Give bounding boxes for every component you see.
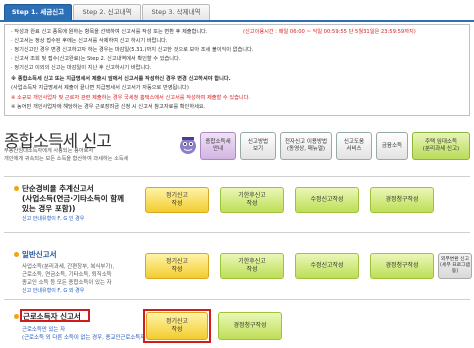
tab-filing-history[interactable]: Step 2. 신고내역 <box>73 4 141 20</box>
tab-bar: Step 1. 세금신고 Step 2. 신고내역 Step 3. 삭제내역 <box>0 0 474 22</box>
section-desc: 종교인 소득 등 모든 종합소득이 있는 자 <box>22 280 112 286</box>
refund-claim-button[interactable]: 경정청구작성 <box>218 312 282 340</box>
section-desc: 사업소득(분리과세, 간편장부, 복식부기), <box>22 264 115 270</box>
page-subtitle: 부동산임대소득자에게 사용되는 용어로서 <box>4 148 94 154</box>
regular-filing-button[interactable]: 정기신고 작성 <box>145 253 209 279</box>
regular-filing-button[interactable]: 정기신고 작성 <box>146 312 208 340</box>
regular-filing-button[interactable]: 정기신고 작성 <box>145 187 209 213</box>
bullet-icon <box>14 186 19 191</box>
section-desc: (근로소득 외 다른 소득이 없는 경우, 종교인근로소득자 <box>22 335 146 341</box>
page-subtitle: 개인에게 귀속되는 모든 소득을 합산하여 과세하는 소득세 <box>4 156 129 162</box>
mascot-icon <box>180 137 196 154</box>
notice-warning: ※ 종합소득세 신고 또는 지급명세서 제출시 앞에서 신고서를 작성하신 경우… <box>11 76 231 82</box>
refund-claim-button[interactable]: 경정청구작성 <box>370 187 434 213</box>
notice-line: · 정기신고 이외의 신고는 마감일이 지난 후 신고하시기 바랍니다. <box>11 65 152 71</box>
e-filing-guide-button[interactable]: 전자신고 이용방법 (동영상, 매뉴얼) <box>280 132 332 160</box>
section-note: 신고 안내유형이 F, G 외 경우 <box>22 288 85 294</box>
divider <box>4 299 470 300</box>
amended-filing-button[interactable]: 수정신고작성 <box>295 253 359 279</box>
filing-help-button[interactable]: 신고도움 서비스 <box>336 132 372 160</box>
notice-line: (사업소득자 지급명세서 제출이 끝나면 지급명세서 신고서가 자동으로 반영됩… <box>11 85 189 91</box>
refund-claim-button[interactable]: 경정청구작성 <box>370 253 434 279</box>
notice-box: · 작성과 완료 신고 종목에 원하는 항목을 선택하여 신고서를 작성 또는 … <box>4 24 470 116</box>
section-note: 신고 안내유형이 F, G 인 경우 <box>22 216 85 222</box>
divider <box>4 232 470 233</box>
section-title: 근로소득자 신고서 <box>23 312 81 321</box>
tab-deleted-history[interactable]: Step 3. 삭제내역 <box>142 4 210 20</box>
late-filing-button[interactable]: 기한후신고 작성 <box>220 187 284 213</box>
notice-line: · 정기신고인 경우 변경 신고하고자 하는 경우는 마감일(5.31.)까지 … <box>11 47 254 53</box>
notice-warning: ※ 소규모 개인사업자 및 근로자 관련 제출하는 경우 국세청 홈택스에서 신… <box>11 95 251 101</box>
external-conversion-button[interactable]: 외부변환 신고 (세무 프로그램 등) <box>438 253 472 279</box>
late-filing-button[interactable]: 기한후신고 작성 <box>220 253 284 279</box>
housing-rental-button[interactable]: 주택 임대소득 (분리과세 신고) <box>412 132 470 160</box>
notice-hours: (신고이용시간 : 매일 06:00 ~ 익일 00:59:55 단 5월31일… <box>243 29 416 35</box>
notice-line: · 작성과 완료 신고 종목에 원하는 항목을 선택하여 신고서를 작성 또는 … <box>11 29 208 35</box>
tab-tax-filing[interactable]: Step 1. 세금신고 <box>4 4 72 20</box>
section-title: 있는 경우 포함)) <box>22 204 76 213</box>
tax-guide-button[interactable]: 종합소득세 안내 <box>200 132 236 160</box>
notice-line: · 신고서 조회 및 접수(신고완료)는 Step 2. 신고내역에서 확인할 … <box>11 56 181 62</box>
amended-filing-button[interactable]: 수정신고작성 <box>295 187 359 213</box>
section-desc: 근로소득, 연금소득, 기타소득, 퇴직소득 <box>22 272 112 278</box>
tab-underline <box>0 20 474 22</box>
filing-method-button[interactable]: 신고방법 보기 <box>240 132 276 160</box>
financial-income-button[interactable]: 금융소득 <box>376 132 408 160</box>
bullet-icon <box>14 314 19 319</box>
notice-line: · 신고서는 정상 접수된 후에는 신고서를 삭제하여 신고 하시기 바랍니다. <box>11 38 168 44</box>
section-desc: 근로소득만 있는 자 <box>22 327 66 333</box>
bullet-icon <box>14 252 19 257</box>
notice-line: ※ 농어민 개인사업자에 해당하는 경우 근로장려금 신청 시 신고서 참고자료… <box>11 104 206 110</box>
section-title: 일반신고서 <box>22 250 57 259</box>
divider <box>4 176 470 177</box>
